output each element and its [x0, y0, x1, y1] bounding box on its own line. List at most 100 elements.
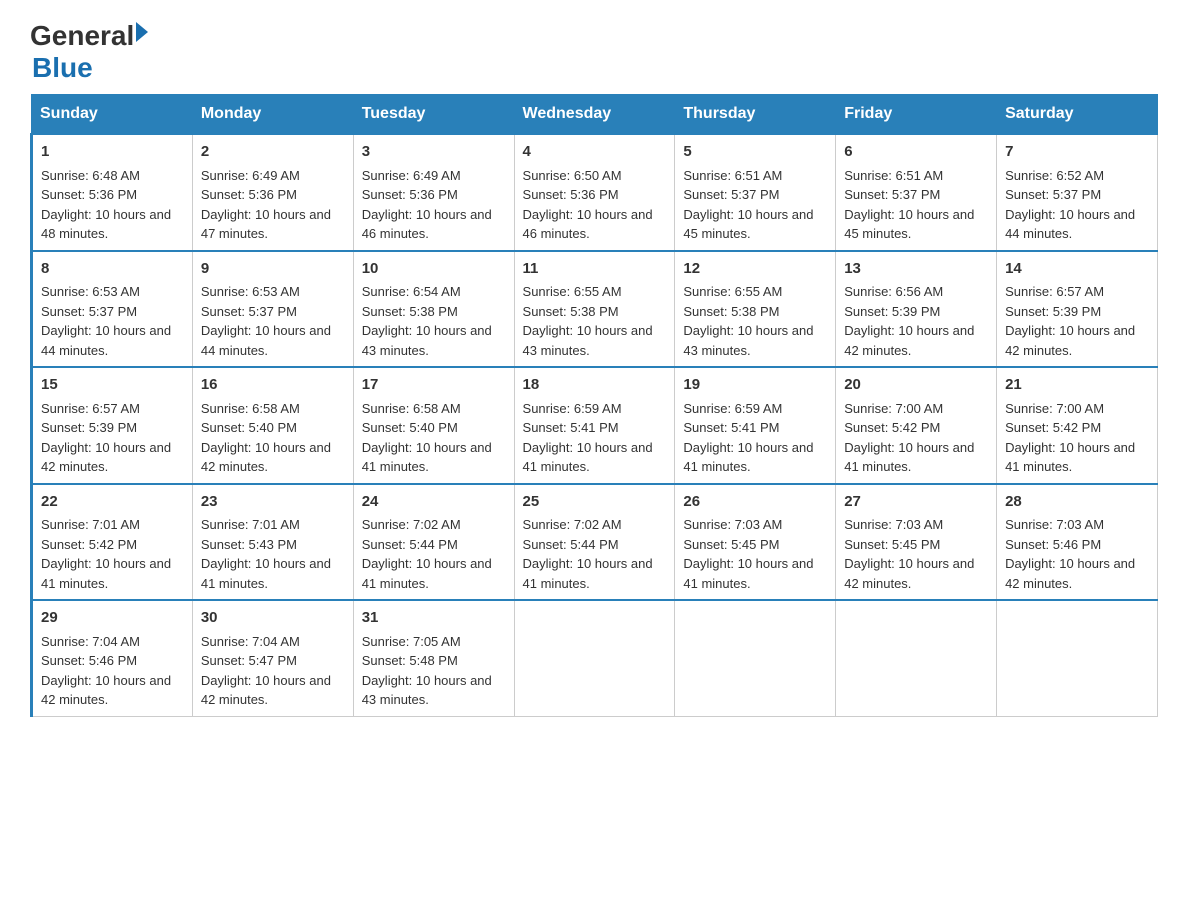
logo-blue: Blue: [32, 52, 148, 84]
calendar-cell: 19Sunrise: 6:59 AMSunset: 5:41 PMDayligh…: [675, 367, 836, 484]
day-number: 7: [1005, 141, 1149, 164]
day-number: 25: [523, 491, 667, 514]
sunrise-text: Sunrise: 6:54 AM: [362, 284, 461, 299]
calendar-cell: 31Sunrise: 7:05 AMSunset: 5:48 PMDayligh…: [353, 600, 514, 716]
calendar-table: SundayMondayTuesdayWednesdayThursdayFrid…: [30, 94, 1158, 717]
calendar-cell: [675, 600, 836, 716]
day-number: 31: [362, 607, 506, 630]
sunrise-text: Sunrise: 7:00 AM: [844, 401, 943, 416]
sunset-text: Sunset: 5:40 PM: [201, 420, 297, 435]
calendar-cell: 4Sunrise: 6:50 AMSunset: 5:36 PMDaylight…: [514, 134, 675, 251]
day-number: 13: [844, 258, 988, 281]
daylight-text: Daylight: 10 hours and 47 minutes.: [201, 207, 331, 242]
sunset-text: Sunset: 5:43 PM: [201, 537, 297, 552]
sunset-text: Sunset: 5:39 PM: [1005, 304, 1101, 319]
day-number: 11: [523, 258, 667, 281]
calendar-cell: 2 Sunrise: 6:49 AM Sunset: 5:36 PM Daylight…: [192, 134, 353, 251]
calendar-week-4: 22Sunrise: 7:01 AMSunset: 5:42 PMDayligh…: [32, 484, 1158, 601]
day-number: 22: [41, 491, 184, 514]
day-number: 15: [41, 374, 184, 397]
day-number: 6: [844, 141, 988, 164]
sunrise-text: Sunrise: 6:55 AM: [523, 284, 622, 299]
logo-general: General: [30, 20, 134, 52]
calendar-cell: 14 Sunrise: 6:57 AM Sunset: 5:39 PM Dayligh…: [997, 251, 1158, 368]
calendar-cell: 11 Sunrise: 6:55 AM Sunset: 5:38 PM Dayligh…: [514, 251, 675, 368]
sunset-text: Sunset: 5:42 PM: [41, 537, 137, 552]
daylight-text: Daylight: 10 hours and 41 minutes.: [683, 556, 813, 591]
sunrise-text: Sunrise: 6:53 AM: [41, 284, 140, 299]
calendar-week-5: 29Sunrise: 7:04 AMSunset: 5:46 PMDayligh…: [32, 600, 1158, 716]
calendar-cell: 13Sunrise: 6:56 AMSunset: 5:39 PMDayligh…: [836, 251, 997, 368]
calendar-body: 1 Sunrise: 6:48 AM Sunset: 5:36 PM Daylight…: [32, 134, 1158, 716]
day-number: 27: [844, 491, 988, 514]
sunrise-text: Sunrise: 6:49 AM: [201, 168, 300, 183]
day-number: 20: [844, 374, 988, 397]
sunrise-text: Sunrise: 6:51 AM: [844, 168, 943, 183]
day-number: 14: [1005, 258, 1149, 281]
day-number: 5: [683, 141, 827, 164]
daylight-text: Daylight: 10 hours and 43 minutes.: [683, 323, 813, 358]
daylight-text: Daylight: 10 hours and 43 minutes.: [523, 323, 653, 358]
sunset-text: Sunset: 5:46 PM: [41, 653, 137, 668]
daylight-text: Daylight: 10 hours and 43 minutes.: [362, 673, 492, 708]
sunrise-text: Sunrise: 7:02 AM: [523, 517, 622, 532]
day-number: 2: [201, 141, 345, 164]
day-number: 17: [362, 374, 506, 397]
calendar-cell: 17Sunrise: 6:58 AMSunset: 5:40 PMDayligh…: [353, 367, 514, 484]
sunrise-text: Sunrise: 6:58 AM: [201, 401, 300, 416]
sunrise-text: Sunrise: 7:03 AM: [1005, 517, 1104, 532]
sunrise-text: Sunrise: 6:57 AM: [1005, 284, 1104, 299]
daylight-text: Daylight: 10 hours and 46 minutes.: [523, 207, 653, 242]
calendar-cell: [997, 600, 1158, 716]
sunset-text: Sunset: 5:46 PM: [1005, 537, 1101, 552]
day-number: 4: [523, 141, 667, 164]
day-number: 9: [201, 258, 345, 281]
day-header-tuesday: Tuesday: [353, 95, 514, 135]
day-number: 10: [362, 258, 506, 281]
sunrise-text: Sunrise: 7:04 AM: [201, 634, 300, 649]
sunset-text: Sunset: 5:40 PM: [362, 420, 458, 435]
sunrise-text: Sunrise: 7:03 AM: [844, 517, 943, 532]
calendar-cell: 26Sunrise: 7:03 AMSunset: 5:45 PMDayligh…: [675, 484, 836, 601]
page-header: General Blue: [30, 20, 1158, 84]
sunrise-text: Sunrise: 6:52 AM: [1005, 168, 1104, 183]
day-number: 1: [41, 141, 184, 164]
calendar-cell: [836, 600, 997, 716]
calendar-cell: 30Sunrise: 7:04 AMSunset: 5:47 PMDayligh…: [192, 600, 353, 716]
day-number: 30: [201, 607, 345, 630]
sunset-text: Sunset: 5:38 PM: [683, 304, 779, 319]
daylight-text: Daylight: 10 hours and 48 minutes.: [41, 207, 171, 242]
calendar-cell: [514, 600, 675, 716]
day-number: 16: [201, 374, 345, 397]
daylight-text: Daylight: 10 hours and 46 minutes.: [362, 207, 492, 242]
calendar-cell: 6Sunrise: 6:51 AMSunset: 5:37 PMDaylight…: [836, 134, 997, 251]
sunset-text: Sunset: 5:37 PM: [41, 304, 137, 319]
daylight-text: Daylight: 10 hours and 42 minutes.: [41, 440, 171, 475]
sunset-text: Sunset: 5:36 PM: [201, 187, 297, 202]
daylight-text: Daylight: 10 hours and 44 minutes.: [1005, 207, 1135, 242]
sunset-text: Sunset: 5:38 PM: [523, 304, 619, 319]
sunrise-text: Sunrise: 6:48 AM: [41, 168, 140, 183]
daylight-text: Daylight: 10 hours and 41 minutes.: [201, 556, 331, 591]
sunrise-text: Sunrise: 6:50 AM: [523, 168, 622, 183]
logo-triangle-icon: [136, 22, 148, 42]
day-number: 3: [362, 141, 506, 164]
calendar-cell: 7 Sunrise: 6:52 AM Sunset: 5:37 PM Daylight…: [997, 134, 1158, 251]
day-number: 23: [201, 491, 345, 514]
daylight-text: Daylight: 10 hours and 42 minutes.: [201, 673, 331, 708]
sunrise-text: Sunrise: 7:00 AM: [1005, 401, 1104, 416]
day-number: 8: [41, 258, 184, 281]
daylight-text: Daylight: 10 hours and 42 minutes.: [41, 673, 171, 708]
daylight-text: Daylight: 10 hours and 42 minutes.: [1005, 323, 1135, 358]
day-number: 12: [683, 258, 827, 281]
daylight-text: Daylight: 10 hours and 41 minutes.: [523, 440, 653, 475]
calendar-cell: 22Sunrise: 7:01 AMSunset: 5:42 PMDayligh…: [32, 484, 193, 601]
calendar-cell: 25Sunrise: 7:02 AMSunset: 5:44 PMDayligh…: [514, 484, 675, 601]
day-number: 19: [683, 374, 827, 397]
daylight-text: Daylight: 10 hours and 41 minutes.: [683, 440, 813, 475]
daylight-text: Daylight: 10 hours and 41 minutes.: [362, 556, 492, 591]
daylight-text: Daylight: 10 hours and 44 minutes.: [41, 323, 171, 358]
daylight-text: Daylight: 10 hours and 42 minutes.: [1005, 556, 1135, 591]
daylight-text: Daylight: 10 hours and 41 minutes.: [41, 556, 171, 591]
sunset-text: Sunset: 5:37 PM: [1005, 187, 1101, 202]
